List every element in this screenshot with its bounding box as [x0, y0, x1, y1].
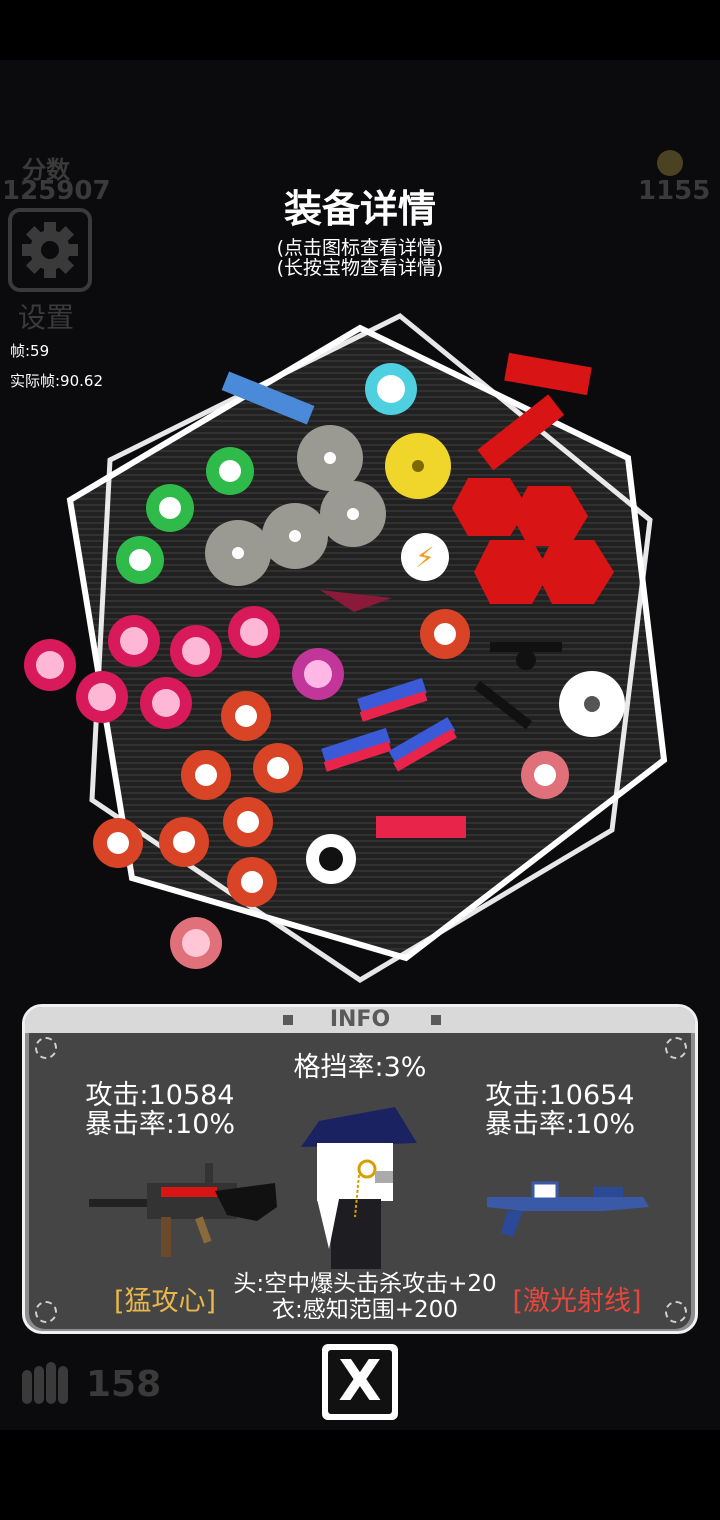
svg-text:⚡: ⚡	[415, 541, 435, 574]
close-button-inner: X	[328, 1350, 392, 1414]
hint-long-press: (长按宝物查看详情)	[276, 257, 444, 279]
close-icon: X	[338, 1349, 382, 1414]
ammo-icon	[22, 1362, 68, 1404]
treasure-hexagon: ⚡	[24, 313, 668, 983]
left-weapon-crit: 暴击率:10%	[84, 1109, 236, 1140]
block-rate: 格挡率:3%	[293, 1052, 427, 1083]
hint-tap-icon: (点击图标查看详情)	[276, 237, 444, 259]
info-panel: INFO 格挡率:3% 攻击:10584 暴击率:10% 攻击:10654 暴击…	[22, 1004, 698, 1334]
body-bonus: 衣:感知范围+200	[272, 1297, 458, 1323]
right-weapon-attack: 攻击:10654	[485, 1080, 635, 1111]
overlay-title: 装备详情	[283, 187, 436, 231]
info-header-bar: INFO	[25, 1007, 695, 1033]
heavy-gun-icon[interactable]	[87, 1161, 283, 1261]
coin-icon	[657, 150, 683, 176]
screw-icon	[35, 1301, 57, 1323]
info-header: INFO	[329, 1007, 391, 1032]
close-button[interactable]: X	[322, 1344, 398, 1420]
ammo-count: 158	[86, 1364, 162, 1405]
character-avatar[interactable]	[295, 1099, 425, 1269]
left-weapon-attack: 攻击:10584	[85, 1080, 235, 1111]
right-weapon-crit: 暴击率:10%	[484, 1109, 636, 1140]
head-bonus: 头:空中爆头击杀攻击+20	[233, 1271, 497, 1297]
laser-rifle-icon[interactable]	[483, 1175, 653, 1245]
